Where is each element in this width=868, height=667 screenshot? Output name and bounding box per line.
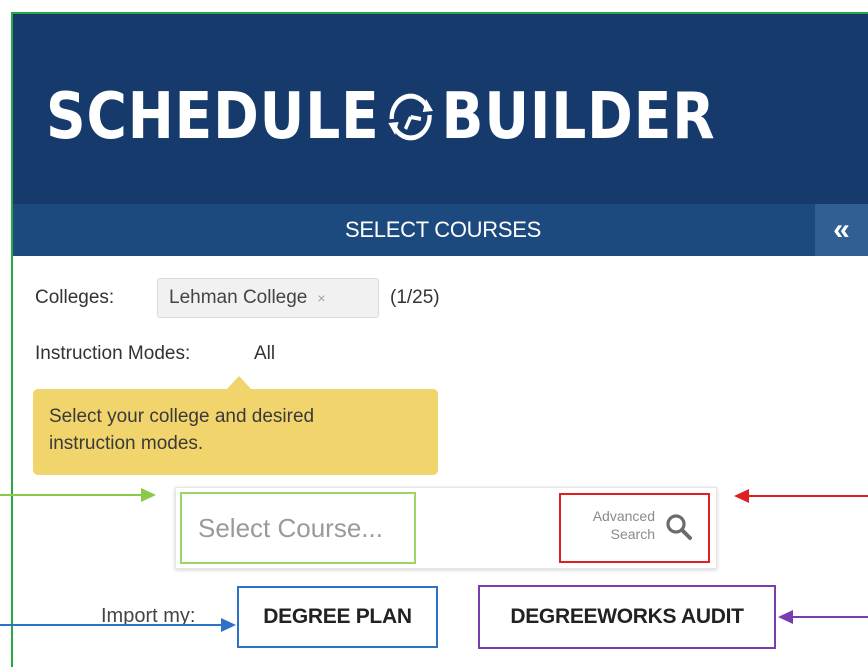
clock-arrow-icon [388, 93, 433, 141]
advanced-search-label: Advanced Search [575, 507, 655, 543]
green-arrow [0, 488, 156, 502]
section-title: SELECT COURSES [345, 217, 541, 242]
tooltip-caret [226, 376, 252, 390]
advanced-search-line-2: Search [610, 526, 655, 542]
degree-plan-button[interactable]: DEGREE PLAN [237, 586, 438, 648]
chip-remove-icon[interactable]: × [317, 290, 325, 306]
advanced-search-button[interactable]: Advanced Search [559, 493, 710, 563]
advanced-search-line-1: Advanced [592, 508, 655, 524]
tooltip-line-2: instruction modes. [49, 433, 204, 454]
instruction-modes-value[interactable]: All [254, 343, 275, 365]
collapse-panel-button[interactable]: « [815, 204, 868, 256]
logo-text-schedule: SCHEDULE [46, 80, 380, 154]
college-count: (1/25) [390, 287, 440, 308]
app-header: SCHEDULE BUILDER [13, 14, 868, 204]
select-courses-bar: SELECT COURSES [13, 204, 868, 256]
schedule-builder-logo: SCHEDULE BUILDER [46, 72, 715, 162]
college-chip-label: Lehman College [169, 287, 308, 308]
tooltip-line-1: Select your college and desired [49, 406, 315, 427]
magnifier-icon [666, 514, 692, 540]
import-my-label: Import my: [101, 605, 196, 627]
double-chevron-left-icon: « [833, 213, 850, 246]
colleges-label: Colleges: [35, 287, 115, 308]
help-tooltip: Select your college and desired instruct… [33, 389, 438, 475]
degreeworks-audit-button[interactable]: DEGREEWORKS AUDIT [478, 585, 776, 649]
red-arrow [734, 489, 868, 503]
instruction-modes-label[interactable]: Instruction Modes: [35, 343, 190, 365]
logo-text-builder: BUILDER [441, 80, 716, 154]
purple-arrow [778, 610, 868, 624]
college-chip[interactable]: Lehman College × [157, 278, 379, 318]
select-course-input[interactable] [180, 492, 416, 564]
